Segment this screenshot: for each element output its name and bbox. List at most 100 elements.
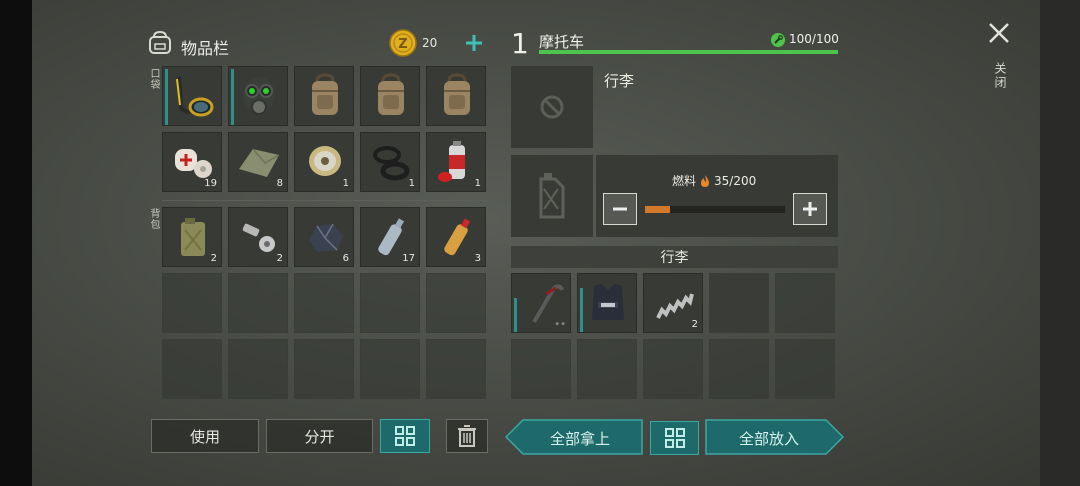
take-all-label: 全部拿上: [549, 430, 610, 448]
empty-slot[interactable]: [709, 339, 769, 399]
jerrycan-outline-icon: [539, 173, 565, 219]
durability-bar-fill: [539, 50, 838, 54]
sort-button[interactable]: [380, 419, 430, 453]
use-button[interactable]: 使用: [151, 419, 259, 453]
inventory-slot[interactable]: 1: [360, 132, 420, 192]
empty-slot[interactable]: [360, 273, 420, 333]
item-count: 2: [210, 253, 217, 264]
rubber-rings-icon: [373, 146, 410, 181]
cargo-slot[interactable]: ••: [511, 273, 571, 333]
item-count: 2: [276, 253, 283, 264]
add-coins-button[interactable]: [464, 33, 484, 53]
empty-slot[interactable]: [577, 339, 637, 399]
inventory-slot[interactable]: [228, 66, 288, 126]
wrench-icon: [771, 32, 785, 47]
close-icon: [989, 23, 1009, 43]
item-count: 6: [342, 253, 349, 264]
fuel-decrease-button[interactable]: [603, 193, 637, 225]
empty-slot[interactable]: [162, 339, 222, 399]
fuel-increase-button[interactable]: [793, 193, 827, 225]
durability-bar: [231, 69, 234, 125]
inventory-slot[interactable]: 2: [228, 207, 288, 267]
flame-icon: [701, 174, 710, 187]
empty-slot[interactable]: [643, 339, 703, 399]
grid-icon: [395, 426, 415, 446]
put-all-label: 全部放入: [738, 430, 799, 448]
item-count: 17: [402, 253, 415, 264]
empty-slot[interactable]: [228, 273, 288, 333]
inventory-slot[interactable]: [426, 66, 486, 126]
inventory-slot[interactable]: [360, 66, 420, 126]
ore-icon: [309, 223, 343, 252]
snorkel-mask-icon: [176, 76, 214, 117]
fuel-bar-fill: [645, 206, 670, 213]
cloth-icon: [239, 148, 280, 177]
backpack-icon: [146, 29, 174, 55]
put-all-button[interactable]: 全部放入: [705, 419, 845, 455]
spray-can-icon: [438, 141, 465, 182]
trunk-title: 行李: [604, 72, 635, 90]
cargo-slot[interactable]: [577, 273, 637, 333]
split-button[interactable]: 分开: [266, 419, 373, 453]
svg-text:Z: Z: [398, 37, 407, 52]
blocked-icon: [540, 95, 564, 119]
inventory-slot[interactable]: 3: [426, 207, 486, 267]
empty-slot[interactable]: [162, 273, 222, 333]
cargo-slot[interactable]: 2: [643, 273, 703, 333]
fuel-value: 35/200: [714, 173, 757, 188]
vehicle-durability: 100/100: [789, 32, 839, 46]
item-count: 2: [691, 319, 698, 330]
equipment-slot[interactable]: [511, 66, 593, 148]
cargo-title: 行李: [660, 250, 689, 266]
inventory-slot[interactable]: [294, 66, 354, 126]
vehicle-name: 摩托车: [539, 33, 585, 51]
empty-slot[interactable]: [775, 339, 835, 399]
empty-slot[interactable]: [775, 273, 835, 333]
backpack-item-icon: [312, 73, 338, 115]
inventory-slot[interactable]: 19: [162, 132, 222, 192]
inventory-slot[interactable]: 8: [228, 132, 288, 192]
sort-cargo-button[interactable]: [650, 421, 699, 455]
durability-bar: [165, 69, 168, 125]
empty-slot[interactable]: [426, 273, 486, 333]
juice-bottle-icon: [444, 218, 471, 256]
empty-slot[interactable]: [709, 273, 769, 333]
trash-icon: [458, 425, 476, 447]
bolt-nut-icon: [242, 223, 275, 252]
grid-icon: [664, 428, 685, 448]
backpack-item-icon: [444, 73, 470, 115]
item-count: 3: [474, 253, 481, 264]
fuel-slot[interactable]: [511, 155, 593, 237]
empty-slot[interactable]: [426, 339, 486, 399]
ammo-dots: ••: [554, 319, 566, 330]
durability-bar: [514, 298, 517, 332]
inventory-title: 物品栏: [181, 39, 230, 58]
item-count: 8: [276, 178, 283, 189]
coin-icon: Z: [389, 29, 417, 57]
inventory-slot[interactable]: 1: [294, 132, 354, 192]
wire-spool-icon: [309, 146, 341, 176]
backpack-item-icon: [378, 73, 404, 115]
coin-count: 20: [422, 36, 438, 50]
close-button[interactable]: 关闭: [986, 20, 1012, 100]
gas-mask-icon: [243, 77, 275, 115]
empty-slot[interactable]: [294, 339, 354, 399]
inventory-slot[interactable]: 17: [360, 207, 420, 267]
empty-slot[interactable]: [228, 339, 288, 399]
section-divider: [162, 200, 488, 201]
take-all-button[interactable]: 全部拿上: [505, 419, 643, 455]
discard-button[interactable]: [446, 419, 488, 453]
close-label: 关闭: [993, 62, 1007, 90]
pocket-label: 口袋: [148, 68, 159, 90]
inventory-slot[interactable]: 2: [162, 207, 222, 267]
empty-slot[interactable]: [294, 273, 354, 333]
empty-slot[interactable]: [360, 339, 420, 399]
empty-slot[interactable]: [511, 339, 571, 399]
inventory-slot[interactable]: 1: [426, 132, 486, 192]
vehicle-slot-number: 1: [511, 27, 529, 60]
fuel-bar-track[interactable]: [645, 206, 785, 213]
item-count: 19: [204, 178, 217, 189]
inventory-slot[interactable]: [162, 66, 222, 126]
inventory-slot[interactable]: 6: [294, 207, 354, 267]
police-vest-icon: [592, 284, 624, 320]
